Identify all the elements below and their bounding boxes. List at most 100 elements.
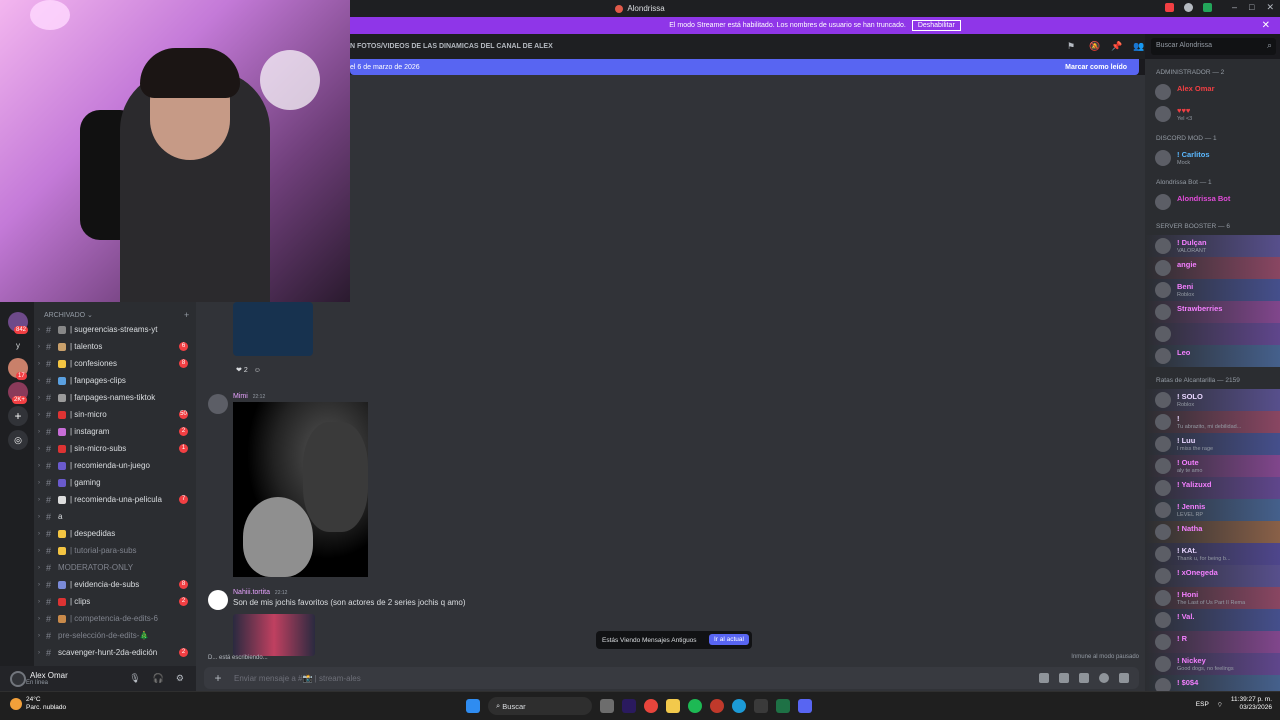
expand-chevron-icon[interactable]: › <box>34 395 44 401</box>
close-icon[interactable]: ✕ <box>1266 2 1274 13</box>
member-item[interactable]: ! Natha <box>1145 521 1280 543</box>
discord-icon[interactable] <box>798 699 812 713</box>
member-item[interactable]: Alondrissa Bot <box>1145 191 1280 213</box>
member-item[interactable]: Leo <box>1145 345 1280 367</box>
channel-item[interactable]: › # | clips 2 <box>34 593 196 610</box>
expand-chevron-icon[interactable]: › <box>34 327 44 333</box>
member-item[interactable]: ! $0$4 <box>1145 675 1280 691</box>
discover-icon[interactable]: ◎ <box>8 430 28 450</box>
avatar[interactable] <box>1155 524 1171 540</box>
channel-item[interactable]: › # | fanpages-names-tiktok <box>34 389 196 406</box>
avatar[interactable] <box>1155 678 1171 691</box>
expand-chevron-icon[interactable]: › <box>34 599 44 605</box>
avatar[interactable] <box>1155 304 1171 320</box>
channel-item[interactable]: › # | sin-micro-subs 1 <box>34 440 196 457</box>
download-icon[interactable] <box>1203 3 1212 12</box>
member-item[interactable] <box>1145 323 1280 345</box>
edge-icon[interactable] <box>732 699 746 713</box>
member-item[interactable]: ! Val. <box>1145 609 1280 631</box>
member-item[interactable]: angie <box>1145 257 1280 279</box>
expand-chevron-icon[interactable]: › <box>34 531 44 537</box>
member-item[interactable]: ! Jennis LEVEL RP <box>1145 499 1280 521</box>
member-item[interactable]: ! Yalizuxd <box>1145 477 1280 499</box>
lang-indicator[interactable]: ESP <box>1196 701 1209 708</box>
members-list-icon[interactable]: 👥 <box>1133 41 1144 51</box>
channel-item[interactable]: › # | sin-micro 50 <box>34 406 196 423</box>
member-item[interactable]: ! Nickey Good dogs, no feelings <box>1145 653 1280 675</box>
avatar[interactable] <box>1155 194 1171 210</box>
expand-chevron-icon[interactable]: › <box>34 378 44 384</box>
jump-to-present-button[interactable]: Ir al actual <box>709 634 749 645</box>
attach-plus-icon[interactable]: + <box>208 671 228 685</box>
settings-gear-icon[interactable]: ⚙ <box>176 673 184 684</box>
gif-icon[interactable] <box>1059 673 1069 683</box>
channel-item[interactable]: › # | competencia-de-edits-6 <box>34 610 196 627</box>
add-server-icon[interactable]: + <box>8 406 28 426</box>
avatar[interactable] <box>1155 150 1171 166</box>
avatar[interactable] <box>1155 634 1171 650</box>
minimize-icon[interactable]: – <box>1232 2 1237 13</box>
expand-chevron-icon[interactable]: › <box>34 633 44 639</box>
davinci-icon[interactable] <box>710 699 724 713</box>
server-icon-y[interactable]: y <box>8 336 28 356</box>
mute-mic-icon[interactable]: 🎙 <box>129 673 140 684</box>
member-item[interactable]: Beni Roblox <box>1145 279 1280 301</box>
new-messages-bar[interactable]: el 6 de marzo de 2026 Marcar como leído <box>350 59 1139 75</box>
add-reaction-icon[interactable]: ☺ <box>254 367 261 374</box>
avatar[interactable] <box>1155 502 1171 518</box>
expand-chevron-icon[interactable]: › <box>34 514 44 520</box>
channel-item[interactable]: › # | recomienda-un-juego <box>34 457 196 474</box>
store-icon[interactable] <box>754 699 768 713</box>
spotify-icon[interactable] <box>688 699 702 713</box>
inbox-icon[interactable] <box>1165 3 1174 12</box>
channel-item[interactable]: › # pre-selección-de-edits-🎄 <box>34 627 196 644</box>
headphones-icon[interactable]: 🎧 <box>153 673 164 684</box>
avatar[interactable] <box>1155 480 1171 496</box>
help-icon[interactable] <box>1184 3 1193 12</box>
avatar[interactable] <box>1155 238 1171 254</box>
member-item[interactable]: ! xOnegeda <box>1145 565 1280 587</box>
avatar[interactable] <box>1155 348 1171 364</box>
wifi-icon[interactable]: ⌔ <box>1217 700 1223 709</box>
windows-start-icon[interactable] <box>466 699 480 713</box>
member-item[interactable]: ♥♥♥ Yel <3 <box>1145 103 1280 125</box>
avatar[interactable] <box>1155 612 1171 628</box>
member-item[interactable]: ! Tu abrazito, mi debilidad... <box>1145 411 1280 433</box>
avatar[interactable] <box>208 590 228 610</box>
chrome-icon[interactable] <box>644 699 658 713</box>
attachment-photo[interactable] <box>233 402 368 577</box>
maximize-icon[interactable]: □ <box>1249 2 1254 13</box>
expand-chevron-icon[interactable]: › <box>34 616 44 622</box>
message-author[interactable]: Nahiii.tortita <box>233 589 270 596</box>
message-input[interactable] <box>234 673 634 683</box>
weather-widget[interactable]: 24°C Parc. nublado <box>10 696 66 712</box>
file-explorer-icon[interactable] <box>666 699 680 713</box>
channel-item[interactable]: › # | evidencia-de-subs 8 <box>34 576 196 593</box>
member-item[interactable]: Strawberries <box>1145 301 1280 323</box>
member-item[interactable]: ! Carlitos Mock <box>1145 147 1280 169</box>
channel-item[interactable]: › # | instagram 2 <box>34 423 196 440</box>
channel-item[interactable]: › # | tutorial-para-subs <box>34 542 196 559</box>
expand-chevron-icon[interactable]: › <box>34 565 44 571</box>
attachment-image-previous[interactable] <box>233 302 313 356</box>
avatar[interactable] <box>10 670 26 687</box>
expand-chevron-icon[interactable]: › <box>34 412 44 418</box>
member-item[interactable]: ! Honi The Last of Us Part II Rema <box>1145 587 1280 609</box>
channel-item[interactable]: › # | despedidas <box>34 525 196 542</box>
expand-chevron-icon[interactable]: › <box>34 582 44 588</box>
notifications-icon[interactable]: 🔕 <box>1089 41 1100 51</box>
expand-chevron-icon[interactable]: › <box>34 548 44 554</box>
channel-item[interactable]: › # | talentos 6 <box>34 338 196 355</box>
expand-chevron-icon[interactable]: › <box>34 650 44 656</box>
channel-item[interactable]: › # a <box>34 508 196 525</box>
avatar[interactable] <box>1155 392 1171 408</box>
avatar[interactable] <box>208 394 228 414</box>
channel-item[interactable]: › # | sugerencias-streams-yt <box>34 321 196 338</box>
avatar[interactable] <box>1155 326 1171 342</box>
avatar[interactable] <box>1155 260 1171 276</box>
avatar[interactable] <box>1155 458 1171 474</box>
expand-chevron-icon[interactable]: › <box>34 361 44 367</box>
mark-as-read-button[interactable]: Marcar como leído <box>1065 64 1127 71</box>
expand-chevron-icon[interactable]: › <box>34 446 44 452</box>
emoji-icon[interactable] <box>1099 673 1109 683</box>
